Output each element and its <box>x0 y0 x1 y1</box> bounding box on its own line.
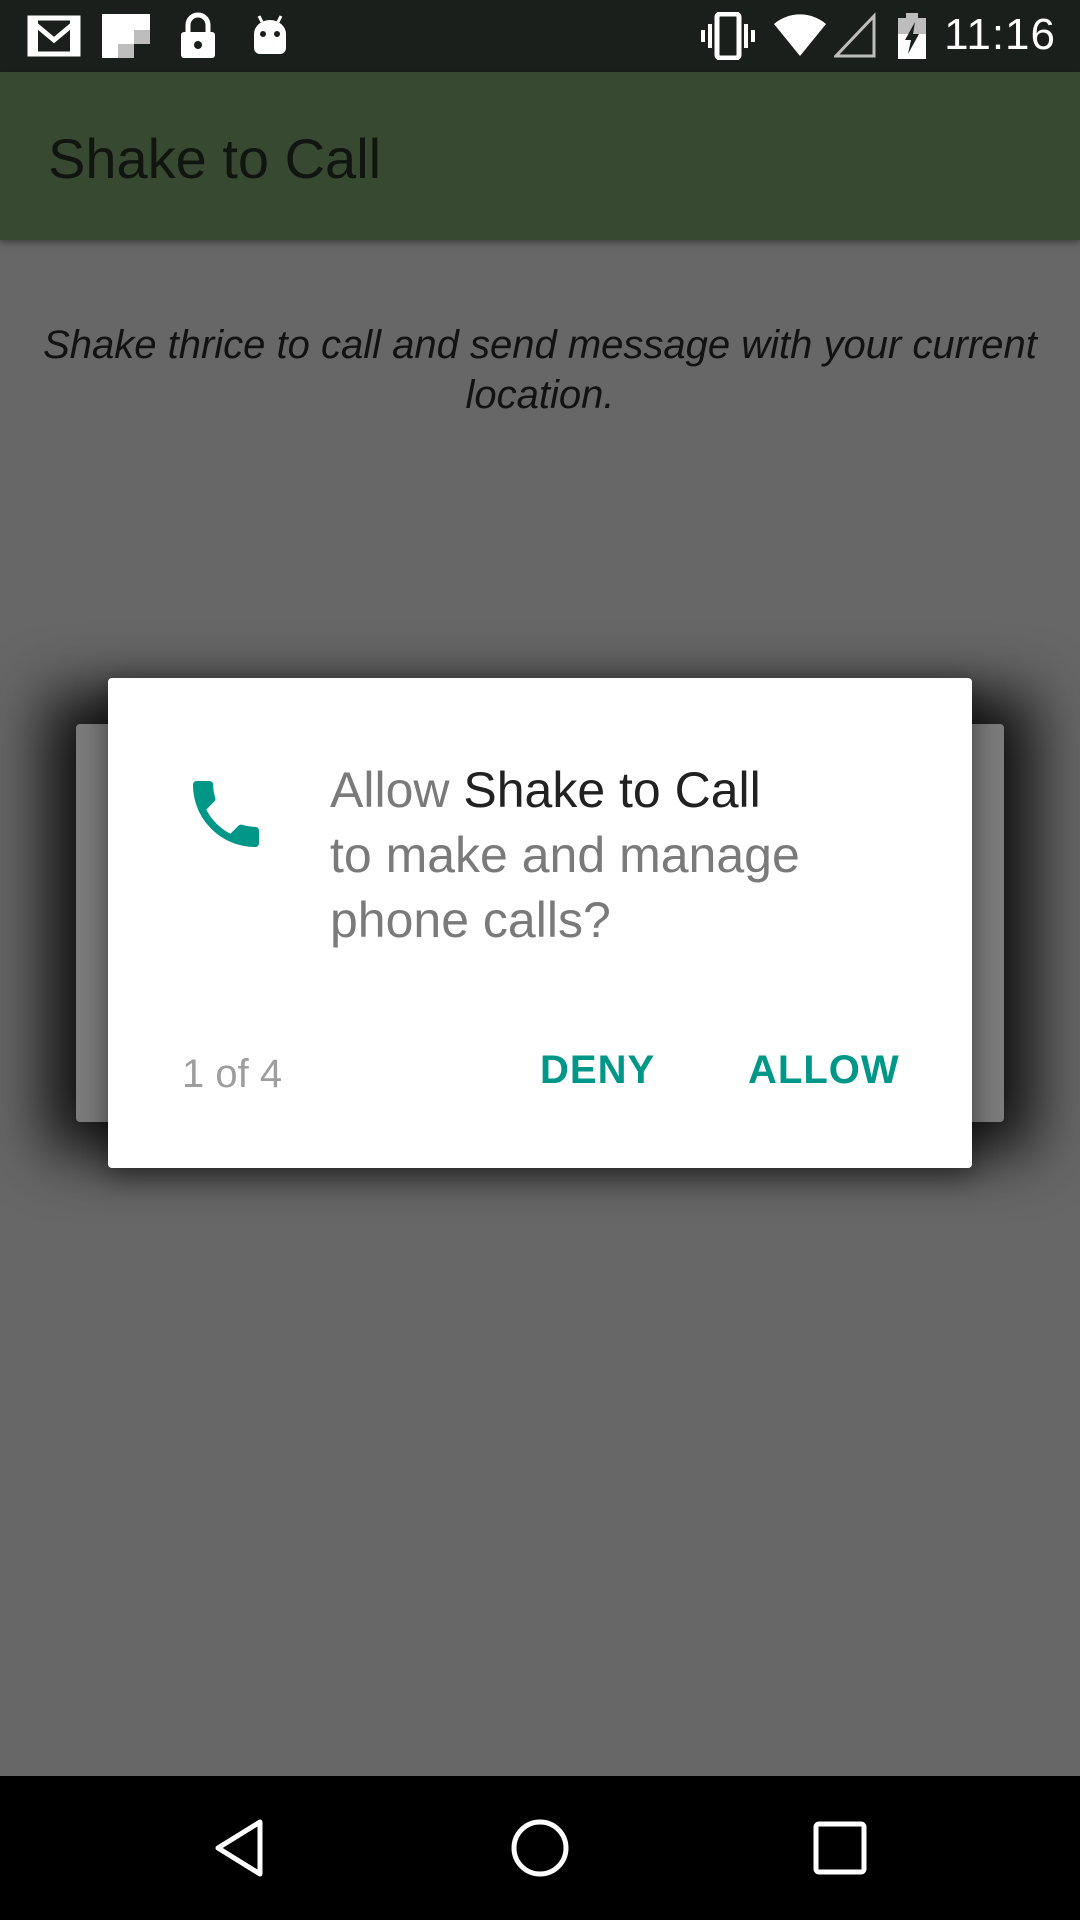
app-title: Shake to Call <box>48 127 382 190</box>
app-bar: Shake to Call <box>0 72 1080 240</box>
deny-button[interactable]: DENY <box>540 1048 655 1093</box>
allow-button[interactable]: ALLOW <box>748 1048 900 1093</box>
phone-icon <box>193 781 259 847</box>
message-suffix: to make and manage phone calls? <box>330 827 800 948</box>
home-icon[interactable] <box>504 1812 576 1884</box>
description-text: Shake thrice to call and send message wi… <box>43 323 1037 417</box>
back-icon[interactable] <box>204 1812 276 1884</box>
gmail-icon <box>27 15 81 57</box>
lock-icon <box>181 12 215 58</box>
android-icon <box>254 15 286 54</box>
permission-counter: 1 of 4 <box>182 1052 283 1096</box>
battery-charging-icon <box>898 13 926 59</box>
wifi-icon <box>774 14 826 56</box>
navigation-bar <box>0 1776 1080 1920</box>
permission-message: Allow Shake to Call to make and manage p… <box>330 758 930 953</box>
message-app-name: Shake to Call <box>463 762 761 818</box>
status-time: 11:16 <box>944 10 1056 59</box>
signal-icon <box>834 12 876 58</box>
message-prefix: Allow <box>330 762 464 818</box>
vibrate-icon <box>701 12 755 60</box>
flipboard-icon <box>102 14 150 58</box>
status-bar: 11:16 <box>0 0 1080 72</box>
recents-icon[interactable] <box>804 1812 876 1884</box>
permission-dialog: Allow Shake to Call to make and manage p… <box>108 678 972 1168</box>
